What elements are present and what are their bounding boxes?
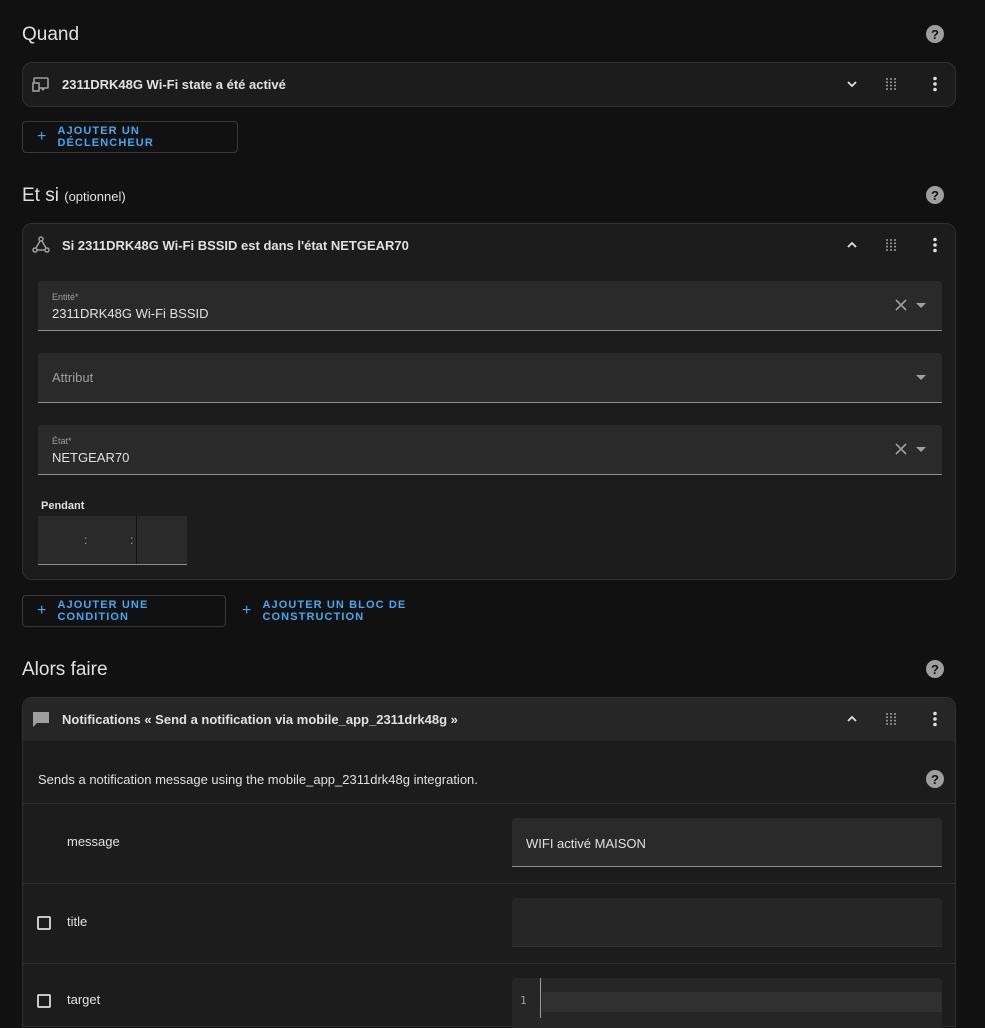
- help-icon[interactable]: ?: [926, 660, 944, 678]
- duration-separator: :: [84, 533, 88, 547]
- active-line: [542, 992, 942, 1012]
- add-block-label: AJOUTER UN BLOC DE CONSTRUCTION: [262, 599, 407, 623]
- duration-separator: :: [130, 533, 134, 547]
- help-icon[interactable]: ?: [926, 186, 944, 204]
- condition-title: Si 2311DRK48G Wi-Fi BSSID est dans l'éta…: [62, 238, 409, 253]
- section-title-alors-faire: Alors faire: [22, 659, 108, 680]
- state-field-value: NETGEAR70: [52, 450, 130, 465]
- caret-down-icon[interactable]: [916, 447, 926, 452]
- section-title-et-si: Et si (optionnel): [22, 185, 126, 207]
- plus-icon: +: [242, 602, 253, 619]
- plus-icon: +: [37, 602, 48, 619]
- action-title: Notifications « Send a notification via …: [62, 712, 458, 727]
- editor-gutter-line: [540, 978, 541, 1018]
- plus-icon: +: [37, 128, 48, 145]
- action-description: Sends a notification message using the m…: [38, 772, 478, 787]
- drag-handle-icon[interactable]: [881, 235, 901, 255]
- dots-vertical-icon[interactable]: [925, 74, 945, 94]
- close-icon[interactable]: [894, 442, 908, 456]
- add-condition-label: AJOUTER UNE CONDITION: [57, 599, 149, 623]
- add-building-block-button[interactable]: + AJOUTER UN BLOC DE CONSTRUCTION: [228, 595, 508, 627]
- caret-down-icon[interactable]: [916, 375, 926, 380]
- action-card: Notifications « Send a notification via …: [22, 697, 956, 1028]
- add-trigger-label: AJOUTER UN DÉCLENCHEUR: [57, 125, 154, 149]
- duration-divider: [136, 516, 137, 564]
- add-trigger-button[interactable]: + AJOUTER UN DÉCLENCHEUR: [22, 121, 238, 153]
- divider: [23, 963, 955, 964]
- title-input[interactable]: [512, 898, 942, 947]
- message-icon: [31, 709, 51, 729]
- chevron-down-icon[interactable]: [842, 74, 862, 94]
- state-field[interactable]: État* NETGEAR70: [38, 425, 942, 475]
- help-icon[interactable]: ?: [926, 770, 944, 788]
- devices-icon: [31, 74, 51, 94]
- drag-handle-icon[interactable]: [881, 74, 901, 94]
- target-code-editor[interactable]: 1: [512, 978, 942, 1028]
- close-icon[interactable]: [894, 298, 908, 312]
- dots-vertical-icon[interactable]: [925, 235, 945, 255]
- message-input-value: WIFI activé MAISON: [526, 836, 646, 851]
- field-name-title: title: [67, 914, 88, 929]
- condition-card-header[interactable]: Si 2311DRK48G Wi-Fi BSSID est dans l'éta…: [23, 224, 955, 267]
- section-title-quand: Quand: [22, 24, 80, 45]
- chevron-up-icon[interactable]: [842, 235, 862, 255]
- divider: [23, 883, 955, 884]
- attribute-field-placeholder: Attribut: [52, 370, 94, 385]
- drag-handle-icon[interactable]: [881, 709, 901, 729]
- entity-field-label: Entité*: [52, 292, 79, 302]
- trigger-title: 2311DRK48G Wi-Fi state a été activé: [62, 77, 286, 92]
- caret-down-icon[interactable]: [916, 303, 926, 308]
- title-checkbox[interactable]: [37, 916, 51, 930]
- trigger-card-header[interactable]: 2311DRK48G Wi-Fi state a été activé: [23, 63, 955, 106]
- duration-label: Pendant: [41, 500, 85, 512]
- field-name-target: target: [67, 992, 101, 1007]
- entity-field[interactable]: Entité* 2311DRK48G Wi-Fi BSSID: [38, 281, 942, 331]
- condition-card: Si 2311DRK48G Wi-Fi BSSID est dans l'éta…: [22, 223, 956, 580]
- field-name-message: message: [67, 834, 120, 849]
- dots-vertical-icon[interactable]: [925, 709, 945, 729]
- add-condition-button[interactable]: + AJOUTER UNE CONDITION: [22, 595, 226, 627]
- state-field-label: État*: [52, 436, 72, 446]
- line-number: 1: [520, 994, 527, 1007]
- divider: [23, 803, 955, 804]
- state-graph-icon: [31, 235, 51, 255]
- attribute-field[interactable]: Attribut: [38, 353, 942, 403]
- action-card-header[interactable]: Notifications « Send a notification via …: [23, 698, 955, 741]
- optional-label: (optionnel): [64, 189, 126, 204]
- target-checkbox[interactable]: [37, 994, 51, 1008]
- entity-field-value: 2311DRK48G Wi-Fi BSSID: [52, 306, 209, 321]
- et-si-title: Et si: [22, 185, 59, 206]
- duration-input[interactable]: : :: [38, 516, 187, 565]
- help-icon[interactable]: ?: [926, 25, 944, 43]
- chevron-up-icon[interactable]: [842, 709, 862, 729]
- message-input[interactable]: WIFI activé MAISON: [512, 818, 942, 867]
- trigger-card[interactable]: 2311DRK48G Wi-Fi state a été activé: [22, 62, 956, 107]
